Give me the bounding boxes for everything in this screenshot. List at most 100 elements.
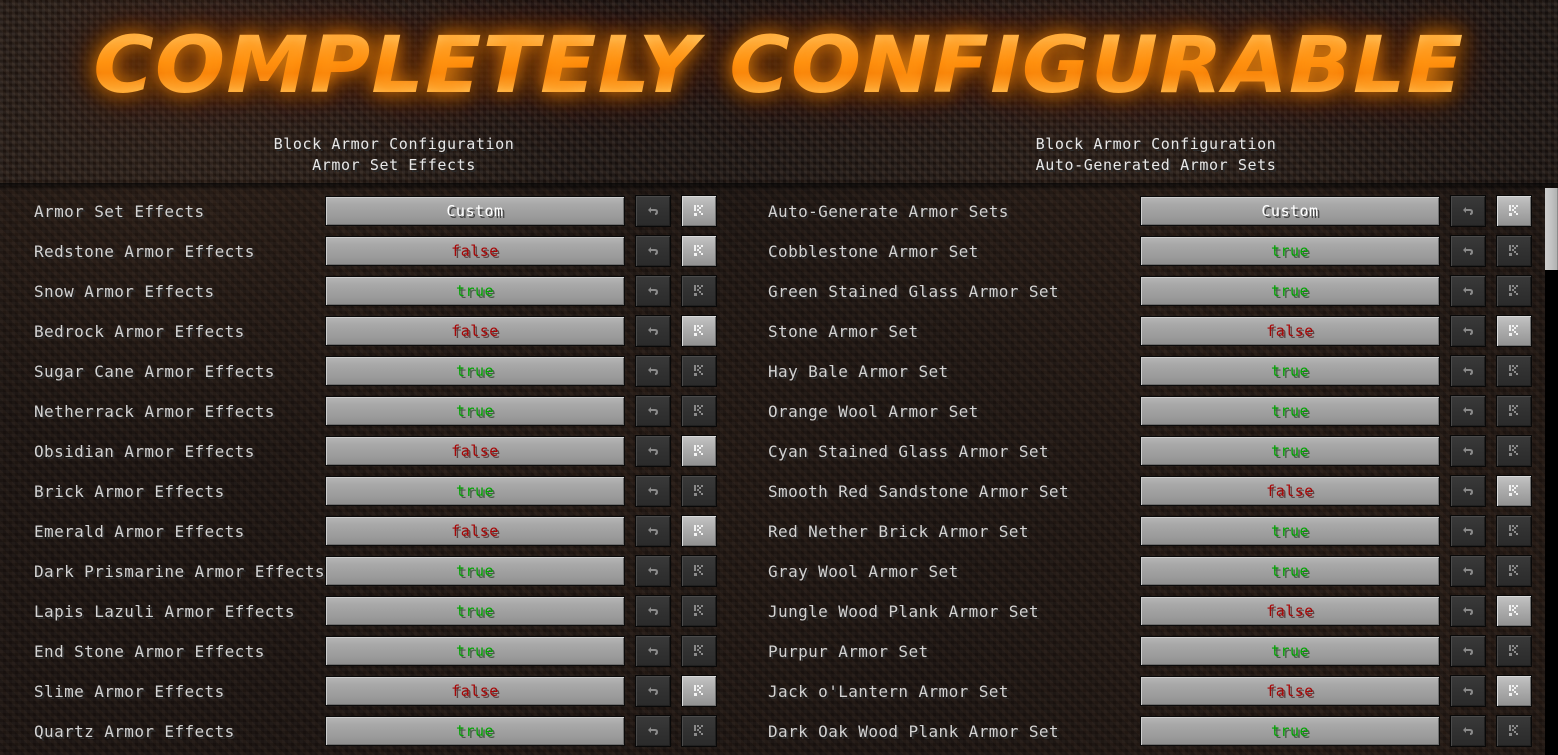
config-value-button[interactable]: false	[325, 516, 625, 546]
config-value-button[interactable]: true	[325, 636, 625, 666]
undo-arrow-icon	[645, 643, 661, 659]
config-row: End Stone Armor Effects true	[0, 631, 755, 671]
undo-button	[1450, 355, 1486, 387]
config-row: Jungle Wood Plank Armor Set false	[755, 591, 1545, 631]
config-value-button[interactable]: true	[325, 716, 625, 746]
reset-to-default-button	[1496, 395, 1532, 427]
reset-to-default-icon	[1506, 283, 1522, 299]
config-row: Obsidian Armor Effects false	[0, 431, 755, 471]
config-value-text: true	[455, 482, 495, 500]
config-value-button[interactable]: true	[1140, 716, 1440, 746]
config-value-text: true	[1270, 242, 1310, 260]
config-row-label: Obsidian Armor Effects	[34, 441, 255, 461]
config-value-button[interactable]: true	[325, 276, 625, 306]
config-row-label: Orange Wool Armor Set	[768, 401, 979, 421]
config-value-text: true	[1270, 562, 1310, 580]
reset-to-default-icon	[691, 443, 707, 459]
config-value-text: true	[1270, 522, 1310, 540]
config-row: Jack o'Lantern Armor Set false	[755, 671, 1545, 711]
config-value-button[interactable]: true	[1140, 436, 1440, 466]
reset-to-default-button[interactable]	[1496, 475, 1532, 507]
config-row-label: Cobblestone Armor Set	[768, 241, 979, 261]
reset-to-default-button[interactable]	[1496, 595, 1532, 627]
config-row: Purpur Armor Set true	[755, 631, 1545, 671]
undo-arrow-icon	[1460, 443, 1476, 459]
config-value-text: true	[455, 282, 495, 300]
undo-button	[635, 395, 671, 427]
config-value-button[interactable]: true	[1140, 276, 1440, 306]
config-value-button[interactable]: false	[1140, 676, 1440, 706]
config-row: Gray Wool Armor Set true	[755, 551, 1545, 591]
undo-button	[1450, 555, 1486, 587]
reset-to-default-icon	[1506, 483, 1522, 499]
config-value-button[interactable]: false	[325, 436, 625, 466]
reset-to-default-button[interactable]	[681, 435, 717, 467]
reset-to-default-button	[681, 355, 717, 387]
config-value-button[interactable]: Custom	[1140, 196, 1440, 226]
reset-to-default-button[interactable]	[681, 675, 717, 707]
config-value-text: true	[455, 562, 495, 580]
config-value-button[interactable]: false	[325, 236, 625, 266]
config-value-button[interactable]: true	[1140, 636, 1440, 666]
reset-to-default-button[interactable]	[1496, 675, 1532, 707]
config-value-button[interactable]: true	[325, 476, 625, 506]
reset-to-default-button[interactable]	[681, 515, 717, 547]
config-value-button[interactable]: Custom	[325, 196, 625, 226]
undo-button	[635, 315, 671, 347]
config-row-label: Auto-Generate Armor Sets	[768, 201, 1009, 221]
undo-button	[635, 675, 671, 707]
config-value-text: false	[1266, 682, 1314, 700]
config-row-label: Emerald Armor Effects	[34, 521, 245, 541]
config-value-button[interactable]: true	[1140, 556, 1440, 586]
reset-to-default-button[interactable]	[681, 235, 717, 267]
reset-to-default-button	[1496, 355, 1532, 387]
config-row-label: Green Stained Glass Armor Set	[768, 281, 1059, 301]
config-value-button[interactable]: true	[325, 396, 625, 426]
config-row-label: Redstone Armor Effects	[34, 241, 255, 261]
reset-to-default-button[interactable]	[681, 315, 717, 347]
config-row-label: Gray Wool Armor Set	[768, 561, 959, 581]
scrollbar-track[interactable]	[1545, 188, 1558, 755]
reset-to-default-icon	[691, 643, 707, 659]
config-row-label: Dark Oak Wood Plank Armor Set	[768, 721, 1059, 741]
title-container: COMPLETELY CONFIGURABLE	[0, 22, 1558, 122]
config-value-button[interactable]: false	[1140, 316, 1440, 346]
config-row: Dark Oak Wood Plank Armor Set true	[755, 711, 1545, 751]
reset-to-default-button[interactable]	[1496, 315, 1532, 347]
config-value-button[interactable]: true	[325, 356, 625, 386]
config-value-button[interactable]: false	[325, 676, 625, 706]
config-value-button[interactable]: true	[1140, 236, 1440, 266]
config-row-label: End Stone Armor Effects	[34, 641, 265, 661]
config-row-label: Hay Bale Armor Set	[768, 361, 949, 381]
config-value-button[interactable]: true	[1140, 396, 1440, 426]
config-value-button[interactable]: true	[325, 596, 625, 626]
config-value-text: true	[455, 642, 495, 660]
undo-button	[1450, 515, 1486, 547]
undo-button	[635, 595, 671, 627]
config-value-button[interactable]: false	[325, 316, 625, 346]
undo-button	[1450, 235, 1486, 267]
config-row-label: Quartz Armor Effects	[34, 721, 235, 741]
undo-button	[1450, 435, 1486, 467]
undo-arrow-icon	[1460, 283, 1476, 299]
scrollbar-thumb[interactable]	[1545, 188, 1558, 270]
config-row-label: Purpur Armor Set	[768, 641, 929, 661]
config-row: Stone Armor Set false	[755, 311, 1545, 351]
config-row-label: Red Nether Brick Armor Set	[768, 521, 1029, 541]
config-value-button[interactable]: false	[1140, 596, 1440, 626]
config-value-button[interactable]: false	[1140, 476, 1440, 506]
config-row: Bedrock Armor Effects false	[0, 311, 755, 351]
config-row: Smooth Red Sandstone Armor Set false	[755, 471, 1545, 511]
left-panel-header-line1: Block Armor Configuration	[273, 135, 515, 153]
config-row-label: Jack o'Lantern Armor Set	[768, 681, 1009, 701]
reset-to-default-button[interactable]	[681, 195, 717, 227]
undo-button	[1450, 275, 1486, 307]
reset-to-default-button[interactable]	[1496, 195, 1532, 227]
config-value-text: false	[1266, 602, 1314, 620]
config-value-button[interactable]: true	[1140, 356, 1440, 386]
config-value-button[interactable]: true	[325, 556, 625, 586]
undo-button	[1450, 715, 1486, 747]
config-value-button[interactable]: true	[1140, 516, 1440, 546]
config-value-text: true	[1270, 442, 1310, 460]
reset-to-default-icon	[691, 243, 707, 259]
